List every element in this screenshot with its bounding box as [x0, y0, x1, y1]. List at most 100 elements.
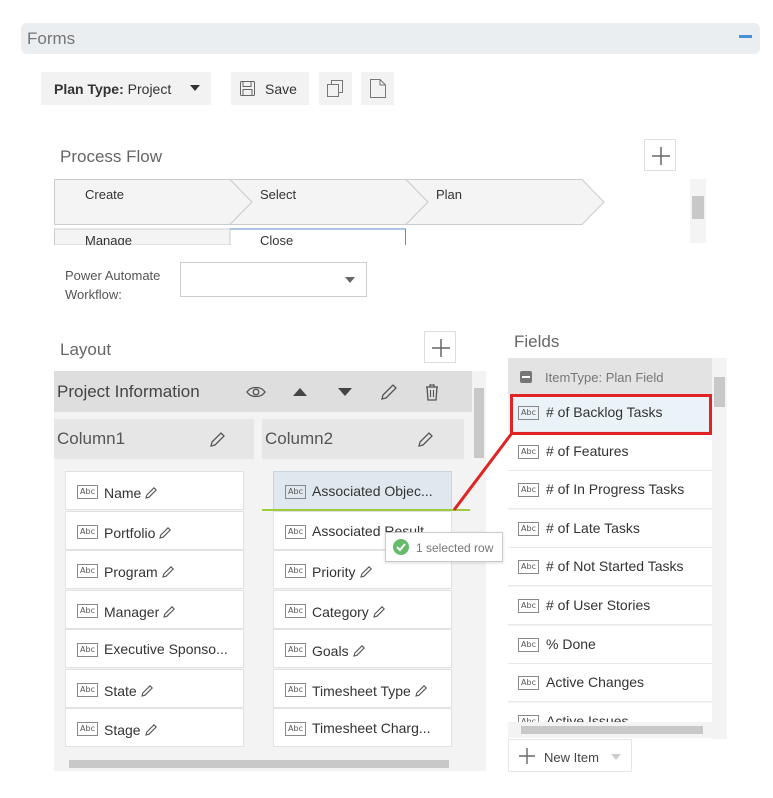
stage-manage[interactable]: Manage	[85, 233, 132, 245]
power-automate-select[interactable]	[180, 262, 367, 297]
pencil-icon[interactable]	[144, 722, 159, 737]
plan-type-value: Project	[127, 81, 172, 97]
eye-icon[interactable]	[245, 381, 267, 403]
stage-close-shape	[230, 228, 406, 245]
pencil-icon[interactable]	[359, 564, 374, 579]
field-item-label: # of Features	[546, 442, 629, 459]
new-item-button[interactable]: New Item	[508, 739, 632, 772]
fields-horizontal-scrollbar[interactable]	[508, 722, 727, 738]
add-stage-button[interactable]	[644, 139, 676, 171]
column1-field[interactable]: Abc Stage	[65, 708, 244, 747]
field-label: Priority	[312, 564, 356, 580]
new-item-label: New Item	[544, 750, 599, 765]
field-label: State	[104, 682, 137, 699]
scroll-thumb[interactable]	[714, 377, 725, 407]
forms-header[interactable]: Forms	[21, 23, 760, 54]
column2-field[interactable]: Abc Timesheet Charg...	[273, 708, 452, 747]
stage-create[interactable]: Create	[85, 187, 124, 202]
collapse-icon[interactable]	[739, 35, 752, 38]
pencil-icon[interactable]	[158, 525, 173, 540]
process-flow-stages[interactable]: Create Select Plan Manage Close	[54, 179, 690, 245]
export-button[interactable]	[361, 72, 394, 105]
stage-manage-shape	[54, 228, 231, 245]
scroll-thumb[interactable]	[692, 196, 704, 219]
field-label: Name	[104, 485, 142, 501]
column1-field[interactable]: Abc Manager	[65, 589, 244, 629]
column1-field[interactable]: Abc Executive Sponso...	[65, 629, 244, 668]
pencil-icon[interactable]	[144, 485, 159, 500]
layout-vertical-scrollbar[interactable]	[472, 371, 486, 758]
field-item-label: % Done	[546, 635, 596, 652]
layout-horizontal-scrollbar[interactable]	[54, 757, 486, 771]
column2-field[interactable]: Abc Timesheet Type	[273, 668, 452, 708]
field-label: Program	[104, 564, 158, 580]
document-icon	[370, 79, 386, 98]
field-label: Timesheet Charg...	[312, 720, 431, 736]
field-list-item[interactable]: Abc # of Not Started Tasks	[508, 548, 712, 587]
text-field-icon: Abc	[285, 524, 306, 539]
scroll-thumb[interactable]	[474, 388, 484, 458]
field-list-item[interactable]: Abc # of Late Tasks	[508, 509, 712, 548]
column1-name: Column1	[57, 429, 126, 448]
fields-group-label: ItemType: Plan Field	[545, 370, 664, 385]
pencil-icon[interactable]	[416, 429, 436, 449]
column2-header: Column2	[262, 419, 464, 459]
power-automate-label: Power Automate	[65, 268, 161, 283]
fields-group-header[interactable]: ItemType: Plan Field	[508, 358, 713, 394]
save-button[interactable]: Save	[231, 72, 309, 105]
save-icon	[240, 81, 255, 96]
column1-field[interactable]: Abc State	[65, 668, 244, 708]
column1-field[interactable]: Abc Name	[65, 471, 244, 510]
column2-field[interactable]: Abc Category	[273, 589, 452, 629]
text-field-icon: Abc	[518, 560, 539, 575]
copy-icon	[327, 80, 343, 97]
pencil-icon[interactable]	[140, 683, 155, 698]
pencil-icon[interactable]	[208, 429, 228, 449]
field-item-label: # of Late Tasks	[546, 519, 640, 536]
field-list-item[interactable]: Abc # of User Stories	[508, 587, 712, 625]
pencil-icon[interactable]	[161, 564, 176, 579]
field-label: Category	[312, 603, 369, 620]
move-down-icon[interactable]	[334, 381, 356, 403]
collapse-group-icon[interactable]	[520, 371, 532, 383]
plan-type-dropdown[interactable]: Plan Type: Project	[41, 72, 211, 105]
add-section-button[interactable]	[424, 331, 456, 363]
scroll-thumb[interactable]	[521, 726, 703, 734]
text-field-icon: Abc	[518, 521, 539, 536]
fields-vertical-scrollbar[interactable]	[712, 358, 727, 722]
text-field-icon: Abc	[285, 682, 306, 697]
chevron-down-icon[interactable]	[611, 754, 621, 760]
field-label: Manager	[104, 603, 160, 620]
column1-field[interactable]: Abc Program	[65, 550, 244, 589]
column2-field[interactable]: Abc Associated Objec...	[273, 471, 452, 510]
column2-fields: Abc Associated Objec... Abc Associated Resu…	[273, 471, 464, 758]
pencil-icon[interactable]	[378, 381, 400, 403]
trash-icon[interactable]	[421, 381, 443, 403]
chevron-down-icon	[345, 277, 355, 283]
pencil-icon[interactable]	[414, 683, 429, 698]
stage-select[interactable]: Select	[260, 187, 296, 202]
scroll-thumb[interactable]	[69, 760, 449, 768]
copy-button[interactable]	[319, 72, 352, 105]
field-list-item[interactable]: Abc Active Changes	[508, 664, 712, 703]
column2-field[interactable]: Abc Goals	[273, 629, 452, 668]
forms-title: Forms	[27, 29, 76, 48]
pencil-icon[interactable]	[162, 604, 177, 619]
field-list-item[interactable]: Abc # of Features	[508, 432, 712, 471]
pencil-icon[interactable]	[352, 643, 367, 658]
stage-close[interactable]: Close	[260, 233, 293, 245]
column1-field[interactable]: Abc Portfolio	[65, 510, 244, 550]
drop-indicator	[262, 509, 470, 511]
process-flow-scrollbar[interactable]	[690, 179, 706, 243]
stage-plan[interactable]: Plan	[436, 187, 462, 202]
move-up-icon[interactable]	[289, 381, 311, 403]
text-field-icon: Abc	[285, 643, 306, 657]
field-item-label: # of Not Started Tasks	[546, 558, 684, 575]
field-list-item[interactable]: Abc # of In Progress Tasks	[508, 471, 712, 510]
text-field-icon: Abc	[518, 483, 539, 498]
fields-title: Fields	[514, 332, 560, 351]
field-list-item[interactable]: Abc % Done	[508, 625, 712, 664]
section-header: Project Information	[54, 371, 472, 412]
drag-tooltip: 1 selected row	[385, 532, 503, 562]
pencil-icon[interactable]	[372, 604, 387, 619]
